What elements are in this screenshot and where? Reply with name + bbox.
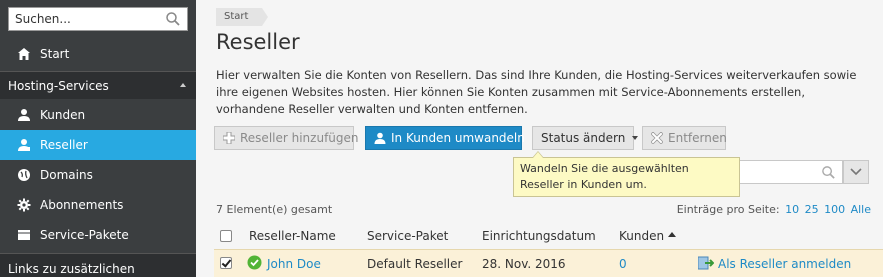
column-header-name[interactable]: Reseller-Name xyxy=(249,229,336,243)
sidebar-item-start[interactable]: Start xyxy=(0,39,196,69)
reseller-name-link[interactable]: John Doe xyxy=(267,257,321,271)
sidebar-group-links[interactable]: Links zu zusätzlichen xyxy=(0,253,196,277)
per-page-option-25[interactable]: 25 xyxy=(805,203,819,216)
table-row[interactable]: John Doe Default Reseller 28. Nov. 2016 … xyxy=(214,249,883,277)
search-icon[interactable] xyxy=(821,165,836,180)
column-header-package[interactable]: Service-Paket xyxy=(367,229,448,243)
login-as-reseller-link[interactable]: Als Reseller anmelden xyxy=(718,257,851,271)
sidebar-search-input[interactable] xyxy=(9,8,159,30)
login-as-icon xyxy=(697,256,715,273)
sidebar-item-abonnements[interactable]: Abonnements xyxy=(0,190,196,220)
tooltip: Wandeln Sie die ausgewählten Reseller in… xyxy=(513,151,740,197)
status-ok-icon xyxy=(247,255,262,273)
sidebar-item-reseller[interactable]: Reseller xyxy=(0,130,196,160)
sidebar-item-label: Start xyxy=(40,47,70,61)
chevron-down-icon xyxy=(632,136,639,140)
sidebar-item-label: Reseller xyxy=(40,138,88,152)
per-page-option-100[interactable]: 100 xyxy=(824,203,845,216)
user-icon xyxy=(16,107,32,123)
home-icon xyxy=(16,46,32,62)
sidebar-item-label: Kunden xyxy=(40,108,86,122)
chevron-down-icon xyxy=(850,168,862,176)
package-icon xyxy=(16,227,32,243)
row-checkbox[interactable] xyxy=(220,257,232,269)
user-icon xyxy=(374,131,386,145)
remove-button[interactable]: Entfernen xyxy=(642,126,727,150)
sidebar-group-hosting[interactable]: Hosting-Services xyxy=(0,71,196,99)
add-reseller-button[interactable]: Reseller hinzufügen xyxy=(214,126,359,150)
search-options-toggle[interactable] xyxy=(843,160,869,184)
per-page-label: Einträge pro Seite: xyxy=(676,203,780,216)
reseller-icon xyxy=(16,137,32,153)
per-page-option-10[interactable]: 10 xyxy=(785,203,799,216)
column-header-date[interactable]: Einrichtungsdatum xyxy=(482,229,596,243)
sidebar-item-label: Abonnements xyxy=(40,198,124,212)
breadcrumb[interactable]: Start xyxy=(216,8,269,26)
table-header: Reseller-Name Service-Paket Einrichtungs… xyxy=(214,226,883,248)
plus-icon xyxy=(223,131,235,145)
page-title: Reseller xyxy=(216,30,300,54)
close-icon xyxy=(651,131,663,145)
sidebar-group-label: Links zu zusätzlichen xyxy=(8,261,135,276)
column-header-customers[interactable]: Kunden xyxy=(619,229,677,243)
globe-icon xyxy=(16,167,32,183)
gear-icon xyxy=(16,197,32,213)
sort-ascending-icon xyxy=(668,232,677,237)
page-intro: Hier verwalten Sie die Konten von Resell… xyxy=(216,68,857,116)
customers-count-link[interactable]: 0 xyxy=(619,257,627,271)
select-all-checkbox[interactable] xyxy=(220,230,232,242)
search-icon[interactable] xyxy=(165,11,181,27)
list-search-input[interactable] xyxy=(740,160,843,184)
per-page-option-all[interactable]: Alle xyxy=(851,203,871,216)
sidebar-group-label: Hosting-Services xyxy=(8,78,109,93)
change-status-dropdown[interactable]: Status ändern xyxy=(532,126,639,150)
sidebar-search-box xyxy=(8,7,188,31)
sidebar-item-label: Domains xyxy=(40,168,93,182)
items-total: 7 Element(e) gesamt xyxy=(216,203,333,216)
sidebar-item-label: Service-Pakete xyxy=(40,228,129,242)
convert-to-customer-button[interactable]: In Kunden umwandeln xyxy=(365,126,525,150)
sidebar-item-domains[interactable]: Domains xyxy=(0,160,196,190)
main-content: Start Reseller Hier verwalten Sie die Ko… xyxy=(196,0,883,277)
per-page-selector: Einträge pro Seite: 10 25 100 Alle xyxy=(677,203,871,216)
setup-date-cell: 28. Nov. 2016 xyxy=(482,257,566,271)
sidebar-item-service-pakete[interactable]: Service-Pakete xyxy=(0,220,196,250)
collapse-icon xyxy=(180,83,186,87)
sidebar-item-kunden[interactable]: Kunden xyxy=(0,100,196,130)
service-package-cell: Default Reseller xyxy=(367,257,463,271)
sidebar: Start Hosting-Services Kunden Reseller D… xyxy=(0,0,196,277)
